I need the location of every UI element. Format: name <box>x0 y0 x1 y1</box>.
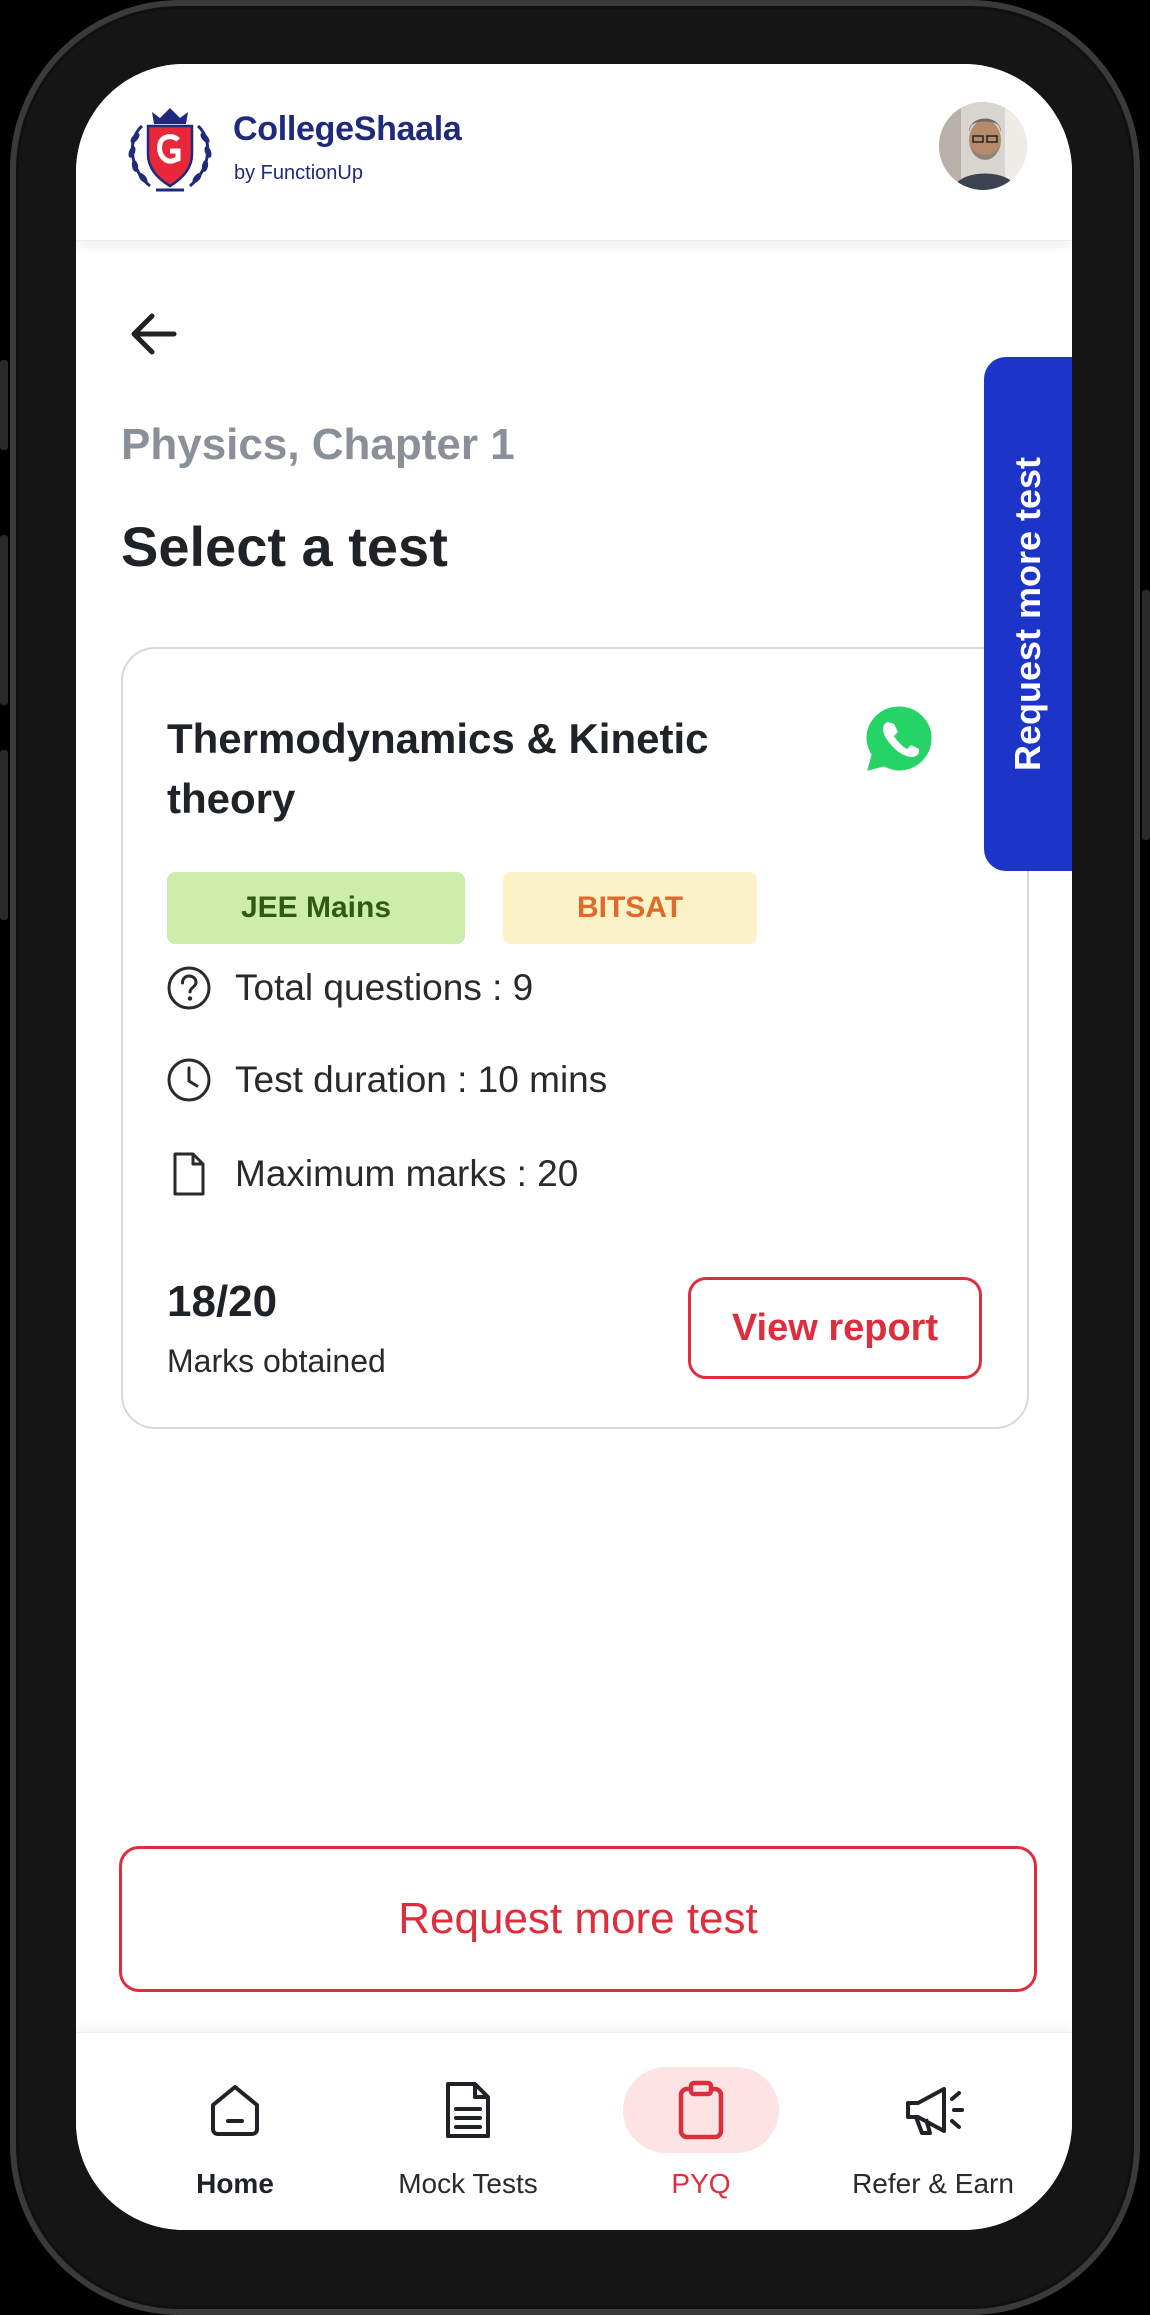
brand-subtitle: by FunctionUp <box>234 162 363 184</box>
maximum-marks-row: Maximum marks : 20 <box>165 1150 578 1198</box>
avatar-photo <box>939 102 1027 190</box>
breadcrumb: Physics, Chapter 1 <box>121 420 515 469</box>
brand-name: CollegeShaala <box>233 110 462 148</box>
whatsapp-share-icon[interactable] <box>861 701 937 777</box>
side-tab-label: Request more test <box>1007 456 1048 772</box>
score-label: Marks obtained <box>167 1343 386 1379</box>
test-duration-row: Test duration : 10 mins <box>165 1056 607 1104</box>
test-title: Thermodynamics & Kinetic theory <box>167 715 709 822</box>
view-report-button[interactable]: View report <box>688 1277 982 1379</box>
maximum-marks-text: Maximum marks : 20 <box>235 1153 579 1194</box>
nav-label-home: Home <box>196 2168 274 2199</box>
clock-icon <box>167 1058 211 1102</box>
volume-down-button <box>0 750 8 920</box>
bottom-navigation: Home Mock Tests PYQ Refer & Earn <box>76 2032 1072 2230</box>
file-icon <box>173 1152 205 1196</box>
request-more-test-button[interactable]: Request more test <box>119 1846 1037 1992</box>
question-circle-icon <box>167 966 211 1010</box>
tag-bitsat: BITSAT <box>503 872 757 944</box>
back-arrow-icon[interactable] <box>124 304 184 364</box>
test-duration-text: Test duration : 10 mins <box>235 1059 608 1100</box>
score-value: 18/20 <box>167 1277 278 1326</box>
total-questions-text: Total questions : 9 <box>235 967 534 1008</box>
document-icon <box>446 2082 490 2138</box>
user-avatar[interactable] <box>939 102 1027 190</box>
nav-item-pyq[interactable]: PYQ <box>601 2033 801 2230</box>
power-button <box>1142 590 1150 840</box>
nav-label-pyq: PYQ <box>671 2168 731 2199</box>
total-questions-row: Total questions : 9 <box>165 964 533 1012</box>
volume-up-button <box>0 535 8 705</box>
app-screen: CollegeShaala by FunctionUp Physics, Cha… <box>76 64 1072 2230</box>
nav-item-home[interactable]: Home <box>135 2033 335 2230</box>
nav-item-mock-tests[interactable]: Mock Tests <box>368 2033 568 2230</box>
megaphone-icon <box>906 2087 964 2135</box>
tag-jee-mains: JEE Mains <box>167 872 465 944</box>
home-icon <box>211 2085 259 2136</box>
nav-item-refer-earn[interactable]: Refer & Earn <box>833 2033 1033 2230</box>
nav-label-refer-earn: Refer & Earn <box>852 2168 1014 2199</box>
clipboard-icon <box>678 2080 724 2140</box>
page-title: Select a test <box>121 515 448 578</box>
request-more-test-side-tab[interactable]: Request more test <box>984 357 1072 871</box>
collegeshaala-logo <box>128 108 212 192</box>
nav-label-mock-tests: Mock Tests <box>398 2168 538 2199</box>
silent-switch <box>0 360 8 450</box>
app-header: CollegeShaala by FunctionUp <box>76 64 1072 241</box>
